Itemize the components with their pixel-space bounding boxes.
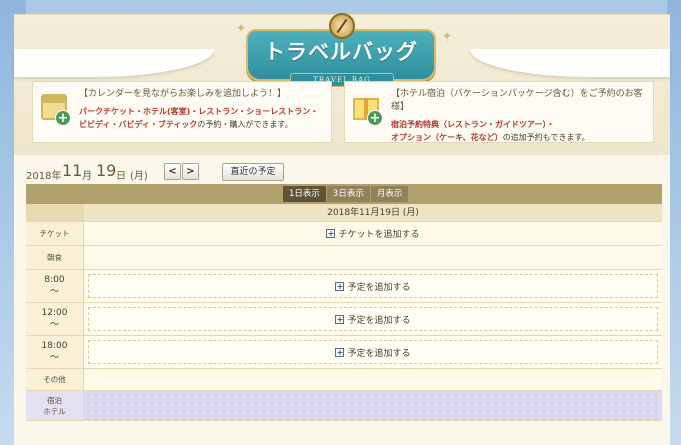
date-weekday: (月) [130, 171, 148, 182]
info-box-calendar: + 【カレンダーを見ながらお楽しみを追加しよう！】 パークチケット・ホテル(客室… [32, 81, 332, 143]
date-year: 2018年 [26, 171, 62, 182]
info-box-hotel: + 【ホテル宿泊（バケーションパッケージ含む）をご予約のお客様】 宿泊予約特典（… [344, 81, 654, 143]
row-label-other: その他 [26, 369, 84, 390]
plus-icon: + [326, 229, 336, 238]
sparkle-icon: ✦ [236, 21, 247, 35]
row-label-hotel: 宿泊 ホテル [26, 391, 84, 420]
time-slot-drop-area[interactable]: + 予定を追加する [88, 274, 658, 298]
info-highlight: 宿泊予約特典（レストラン・ガイドツアー）・ オプション（ケーキ、花など）の追加予… [391, 120, 590, 142]
info-heading: 【ホテル宿泊（バケーションパッケージ含む）をご予約のお客様】 [391, 89, 643, 112]
add-schedule-link[interactable]: + 予定を追加する [335, 346, 411, 359]
add-ticket-link[interactable]: + チケットを追加する [326, 227, 420, 240]
time-slot-drop-area[interactable]: + 予定を追加する [88, 340, 658, 364]
prev-day-button[interactable]: < [164, 163, 181, 180]
breakfast-row: 朝食 [26, 246, 662, 270]
calendar-grid: 2018年11月19日 (月) チケット + チケットを追加する 朝食 8:00… [26, 204, 662, 421]
add-schedule-link[interactable]: + 予定を追加する [335, 313, 411, 326]
time-slot-row-8: 8:00 〜 + 予定を追加する [26, 270, 662, 303]
travel-bag-panel: ✦ ✦ トラベルバッグ TRAVEL BAG + 【カレンダーを見ながらお楽しみ… [14, 13, 670, 445]
date-month: 11 [62, 161, 83, 180]
row-label-time: 18:00 〜 [26, 336, 84, 368]
add-schedule-link[interactable]: + 予定を追加する [335, 280, 411, 293]
hotel-stay-area [84, 391, 662, 420]
other-row: その他 [26, 369, 662, 391]
plus-icon: + [335, 314, 345, 324]
calendar-plus-icon: + [41, 94, 71, 126]
date-day: 19 [96, 161, 117, 180]
hotel-row: 宿泊 ホテル [26, 391, 662, 421]
recent-schedule-button[interactable]: 直近の予定 [222, 163, 284, 181]
ticket-row: チケット + チケットを追加する [26, 222, 662, 246]
next-day-button[interactable]: > [182, 163, 199, 180]
tab-3day-view[interactable]: 3日表示 [326, 186, 371, 202]
gift-plus-icon: + [353, 94, 383, 126]
plus-icon: + [335, 281, 345, 291]
compass-icon [329, 13, 355, 39]
calendar-date-header: 2018年11月19日 (月) [84, 204, 662, 221]
time-slot-row-18: 18:00 〜 + 予定を追加する [26, 336, 662, 369]
plus-icon: + [335, 347, 345, 357]
row-label-ticket: チケット [26, 222, 84, 245]
calendar-date-header-row: 2018年11月19日 (月) [26, 204, 662, 222]
tab-day-view[interactable]: 1日表示 [283, 186, 327, 202]
view-tabs: 1日表示 3日表示 月表示 [283, 186, 410, 202]
page-title: トラベルバッグ [264, 39, 418, 64]
tab-month-view[interactable]: 月表示 [370, 186, 410, 202]
row-label-time: 12:00 〜 [26, 303, 84, 335]
row-label-breakfast: 朝食 [26, 246, 84, 269]
time-slot-row-12: 12:00 〜 + 予定を追加する [26, 303, 662, 336]
date-month-unit: 月 [82, 171, 92, 182]
date-day-unit: 日 [116, 171, 126, 182]
row-label-time: 8:00 〜 [26, 270, 84, 302]
info-heading: 【カレンダーを見ながらお楽しみを追加しよう！】 [79, 89, 287, 99]
info-highlight: パークチケット・ホテル(客室)・レストラン・ショーレストラン・ ビビディ・バビデ… [79, 107, 319, 129]
time-slot-drop-area[interactable]: + 予定を追加する [88, 307, 658, 331]
sparkle-icon: ✦ [442, 29, 453, 43]
